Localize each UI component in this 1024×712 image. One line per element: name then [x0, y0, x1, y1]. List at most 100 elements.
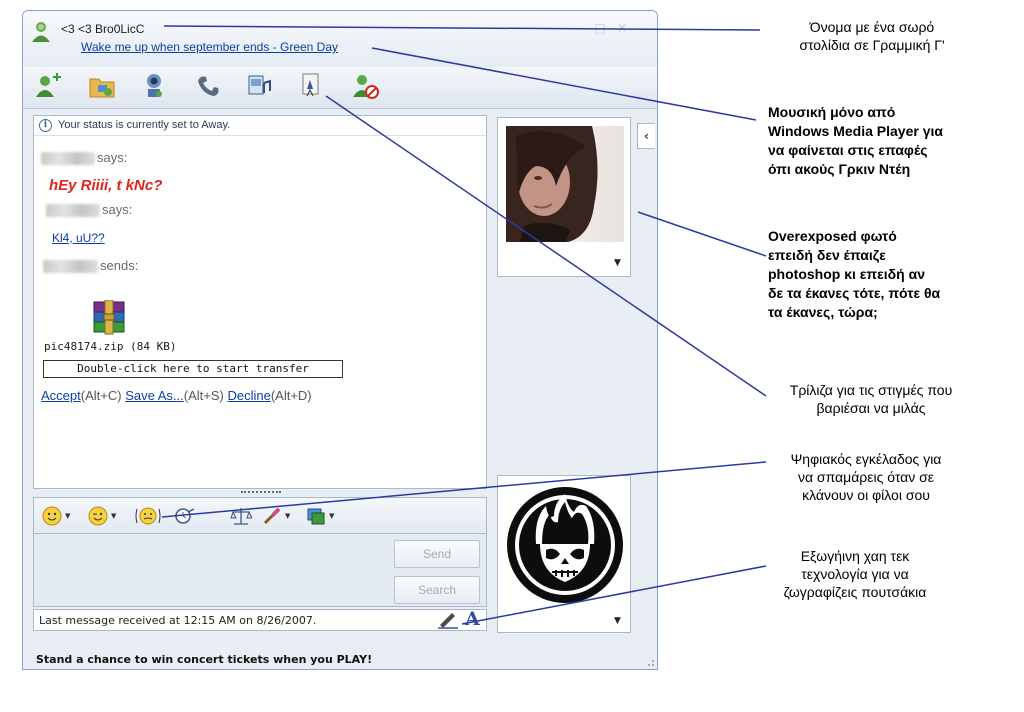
decline-link[interactable]: Decline: [227, 388, 270, 403]
maximize-button[interactable]: □: [593, 21, 607, 35]
messenger-conversation-window: <3 <3 Bro0LicC Wake me up when september…: [22, 10, 658, 670]
blurred-sender-name: [46, 204, 100, 217]
contact-display-picture: [506, 126, 624, 242]
emoticons-button[interactable]: ▼: [42, 504, 70, 528]
my-display-picture-frame[interactable]: ▼: [497, 475, 631, 633]
annotation-text: Overexposed φωτό: [768, 228, 897, 244]
chevron-down-icon: ▼: [65, 512, 71, 520]
display-picture-icon: [307, 508, 325, 525]
change-display-button[interactable]: ▼: [306, 504, 334, 528]
save-as-link[interactable]: Save As...: [125, 388, 184, 403]
formatting-toolbar: ▼ ▼ ▼ ▼: [33, 497, 487, 533]
chevron-down-icon: ▼: [329, 512, 335, 520]
annotation-text: επειδή δεν έπαιζε: [768, 247, 886, 263]
annotation-name-note: Όνομα με ένα σωρό στολίδια σε Γραμμική Γ…: [762, 18, 982, 54]
annotation-text: να σπαμάρεις όταν σε: [797, 469, 935, 485]
contact-display-name: <3 <3 Bro0LicC: [61, 22, 145, 36]
chevron-down-icon: ▼: [111, 512, 117, 520]
chevron-down-icon: ▼: [285, 512, 291, 520]
wink-icon: [88, 506, 108, 526]
translate-button[interactable]: [230, 504, 252, 528]
collapse-panel-button[interactable]: ‹: [637, 123, 655, 149]
annotation-text: ζωγραφίζεις πουτσάκια: [783, 584, 927, 600]
paintbrush-icon: [263, 507, 281, 525]
webcam-button[interactable]: [139, 71, 169, 101]
block-contact-button[interactable]: [351, 71, 381, 101]
blurred-sender-name: [41, 152, 95, 165]
sender-sends-label: sends:: [100, 258, 139, 273]
annotation-text: δε τα έκανες τότε, πότε θα: [768, 285, 941, 301]
info-icon: i: [39, 119, 52, 132]
screenshot-stage: <3 <3 Bro0LicC Wake me up when september…: [0, 0, 1024, 712]
now-playing-link[interactable]: Wake me up when september ends - Green D…: [81, 40, 338, 54]
voice-call-icon: [198, 76, 219, 96]
winrar-archive-icon: [93, 300, 125, 335]
annotation-music-note: Μουσική μόνο από Windows Media Player γι…: [768, 103, 988, 179]
decline-shortcut: (Alt+D): [270, 388, 312, 403]
webcam-icon: [147, 74, 162, 97]
send-files-button[interactable]: [87, 71, 117, 101]
invite-contact-icon: [36, 73, 61, 97]
transfer-actions: Accept(Alt+C) Save As...(Alt+S) Decline(…: [41, 388, 312, 403]
sender-says-label: says:: [97, 150, 128, 165]
blurred-sender-name: [43, 260, 98, 273]
annotation-text: photoshop κι επειδή αν: [768, 266, 926, 282]
annotation-text: Windows Media Player για: [768, 123, 943, 139]
annotation-text: στολίδια σε Γραμμική Γ': [799, 37, 945, 53]
annotation-text: κλάνουν οι φίλοι σου: [802, 487, 930, 503]
message-compose-area[interactable]: Send Search: [33, 533, 487, 607]
last-message-text: Last message received at 12:15 AM on 8/2…: [39, 614, 317, 627]
annotation-text: Εξωγήινη χαη τεκ: [800, 548, 910, 564]
resize-grip-icon[interactable]: [645, 657, 655, 667]
games-icon: [302, 73, 319, 97]
block-contact-icon: [353, 75, 379, 99]
winks-button[interactable]: ▼: [88, 504, 116, 528]
search-button[interactable]: Search: [394, 576, 480, 604]
status-bar: Last message received at 12:15 AM on 8/2…: [33, 609, 487, 631]
minimize-button[interactable]: –: [571, 21, 585, 35]
flaming-skull-logo-icon: [507, 487, 623, 603]
font-icon[interactable]: A: [465, 608, 480, 630]
status-notice-text: Your status is currently set to Away.: [58, 119, 231, 131]
scales-icon: [230, 508, 252, 525]
annotation-text: Όνομα με ένα σωρό: [809, 19, 935, 35]
annotation-nudge-note: Ψηφιακός εγκέλαδος για να σπαμάρεις όταν…: [756, 450, 976, 504]
close-button[interactable]: ✕: [615, 21, 629, 35]
photo-portrait-icon: [506, 126, 624, 242]
background-button[interactable]: ▼: [262, 504, 290, 528]
annotation-tictactoe-note: Τρίλιζα για τις στιγμές που βαριέσαι να …: [756, 381, 986, 417]
handwriting-pen-icon[interactable]: [437, 611, 459, 629]
send-files-icon: [89, 78, 115, 98]
contact-display-picture-frame[interactable]: ▼: [497, 117, 631, 277]
annotation-text: Ψηφιακός εγκέλαδος για: [790, 451, 942, 467]
chevron-down-icon[interactable]: ▼: [614, 258, 621, 268]
annotation-text: Μουσική μόνο από: [768, 104, 896, 120]
games-button[interactable]: [297, 71, 327, 101]
save-as-shortcut: (Alt+S): [183, 388, 224, 403]
pane-splitter-handle[interactable]: [241, 491, 281, 495]
voice-clip-button[interactable]: [174, 504, 196, 528]
conversation-history[interactable]: i Your status is currently set to Away. …: [33, 115, 487, 489]
annotation-text: τα έκανες, τώρα;: [768, 304, 878, 320]
annotation-text: βαριέσαι να μιλάς: [816, 400, 926, 416]
buddy-icon: [32, 22, 50, 42]
invite-contact-button[interactable]: [33, 71, 63, 101]
conversation-toolbar: [23, 67, 657, 109]
advertisement-bar[interactable]: Stand a chance to win concert tickets wh…: [23, 649, 657, 669]
chevron-down-icon[interactable]: ▼: [614, 616, 621, 626]
file-name-label: pic48174.zip (84 KB): [44, 340, 177, 353]
voice-call-button[interactable]: [193, 71, 223, 101]
smiley-icon: [42, 506, 62, 526]
annotation-text: Τρίλιζα για τις στιγμές που: [789, 382, 953, 398]
accept-link[interactable]: Accept: [41, 388, 81, 403]
sender-says-label: says:: [102, 202, 133, 217]
nudge-button[interactable]: [134, 504, 162, 528]
message-link[interactable]: Kl4, uU??: [52, 231, 105, 245]
title-bar: <3 <3 Bro0LicC Wake me up when september…: [23, 11, 657, 67]
start-transfer-box[interactable]: Double-click here to start transfer: [43, 360, 343, 378]
annotation-photo-note: Overexposed φωτό επειδή δεν έπαιζε photo…: [768, 227, 998, 322]
send-button[interactable]: Send: [394, 540, 480, 568]
annotation-pen-note: Εξωγήινη χαη τεκ τεχνολογία για να ζωγρα…: [750, 547, 960, 601]
annotation-text: όπι ακούς Γρκιν Ντέη: [768, 161, 911, 177]
activities-button[interactable]: [245, 71, 275, 101]
